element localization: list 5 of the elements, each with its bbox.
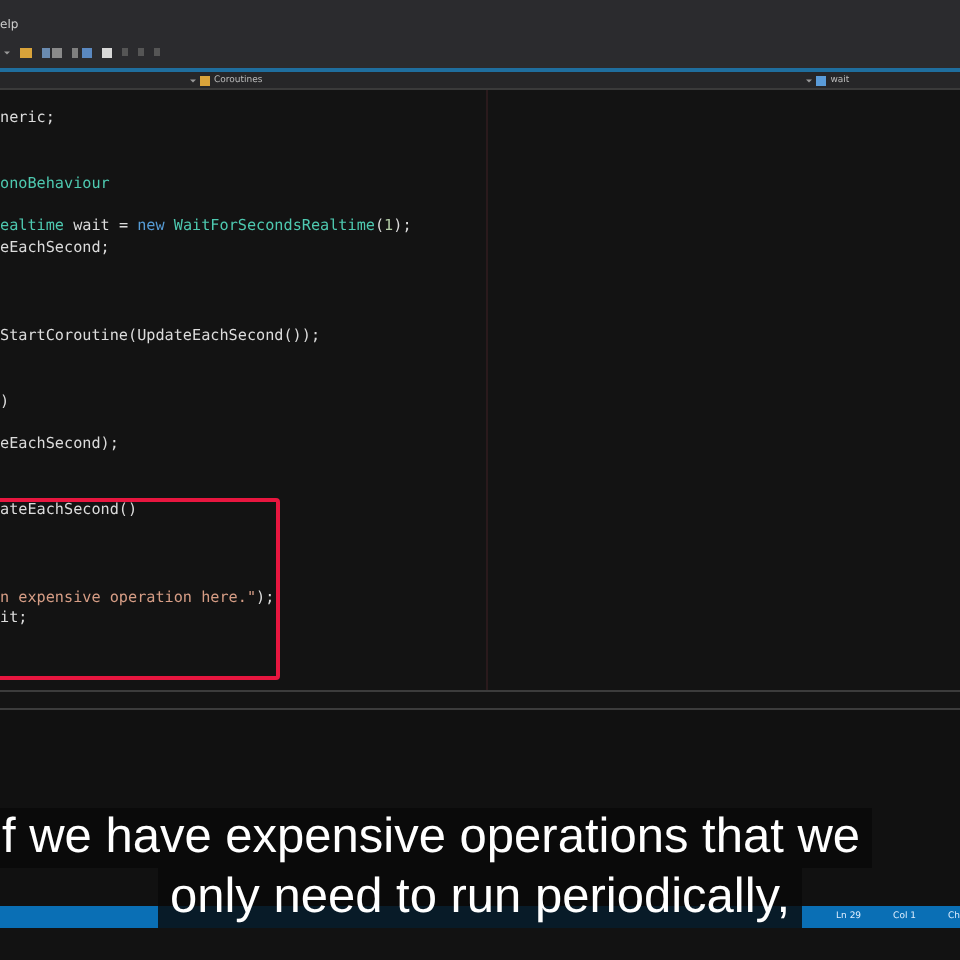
dropdown-caret-icon[interactable]	[806, 77, 813, 83]
dropdown-caret-icon[interactable]	[4, 49, 10, 55]
toolbar-icon[interactable]	[42, 47, 62, 57]
toolbar-icon[interactable]	[72, 47, 92, 57]
dropdown-caret-icon[interactable]	[190, 77, 196, 83]
